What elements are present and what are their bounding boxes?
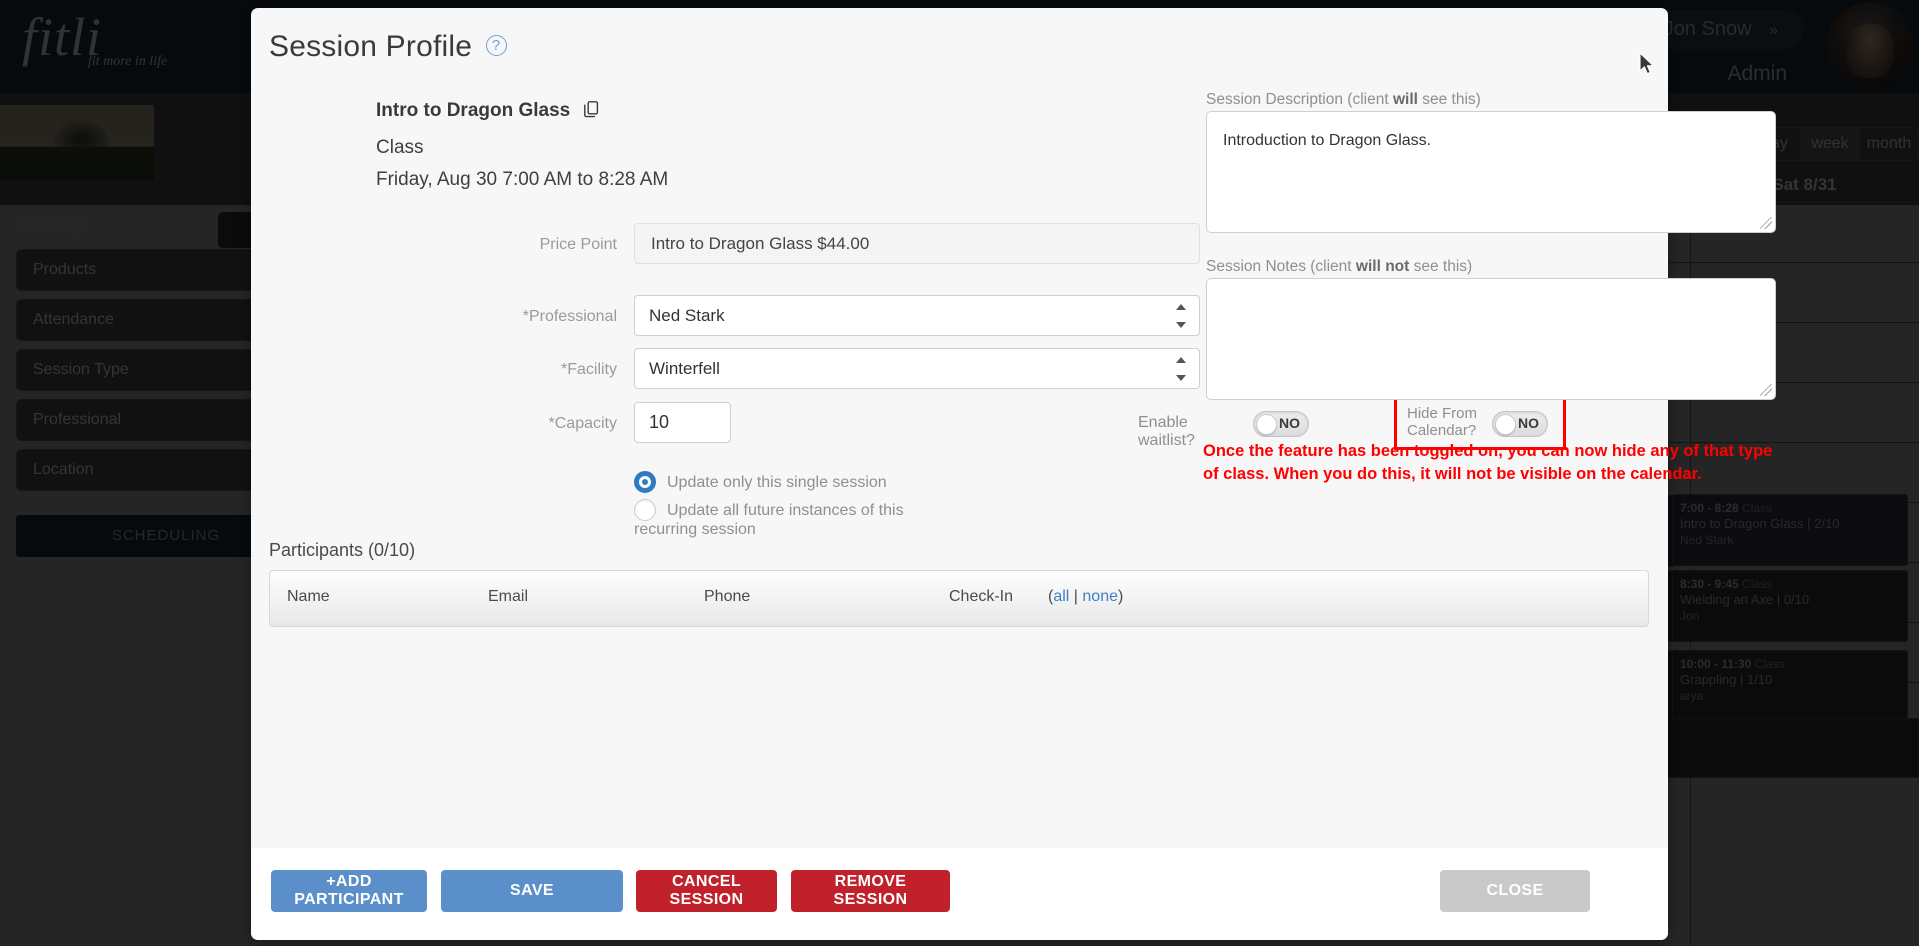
professional-label: *Professional [522,308,617,325]
resize-grip-icon[interactable] [1760,384,1772,396]
price-point-value: Intro to Dragon Glass $44.00 [634,223,1200,264]
session-name-row: Intro to Dragon Glass [376,100,599,123]
session-description-label-bold: will [1392,91,1418,108]
save-button[interactable]: SAVE [441,870,623,912]
hide-from-calendar-label: Hide From Calendar? [1407,405,1481,439]
checkin-all-link[interactable]: all [1053,588,1069,605]
chevron-down-icon [1175,304,1187,328]
price-point-label: Price Point [539,236,617,253]
facility-row: *Facility Winterfell [251,348,1200,389]
checkin-close-paren: ) [1117,588,1124,605]
column-header-name: Name [287,588,330,605]
update-single-session-option[interactable]: Update only this single session [634,471,887,493]
update-single-session-label: Update only this single session [667,474,887,491]
checkin-none-link[interactable]: none [1082,588,1118,605]
toggle-knob [1256,413,1277,435]
hide-from-calendar-toggle[interactable]: NO [1492,411,1548,437]
session-type: Class [376,137,424,158]
session-notes-label-post: see this) [1409,258,1473,275]
column-header-email: Email [488,588,529,605]
add-participant-button[interactable]: +ADD PARTICIPANT [271,870,427,912]
update-future-sessions-label: Update all future instances of this recu… [634,502,904,538]
session-description-label-post: see this) [1417,91,1481,108]
chevron-down-icon [1175,357,1187,381]
session-description-label-pre: Session Description (client [1206,91,1393,108]
session-name: Intro to Dragon Glass [376,100,571,121]
professional-value: Ned Stark [649,306,725,325]
professional-select[interactable]: Ned Stark [634,295,1200,336]
facility-select[interactable]: Winterfell [634,348,1200,389]
cancel-session-button[interactable]: CANCEL SESSION [636,870,777,912]
session-notes-input[interactable] [1206,278,1776,400]
price-point-row: Price Point Intro to Dragon Glass $44.00 [251,223,1200,264]
session-datetime: Friday, Aug 30 7:00 AM to 8:28 AM [376,169,669,190]
session-description-value: Introduction to Dragon Glass. [1223,132,1432,149]
capacity-label: *Capacity [548,415,617,432]
hide-from-calendar-label-line1: Hide From [1407,405,1478,422]
hide-from-calendar-warning: Once the feature has been toggled on, yo… [1203,442,1773,483]
resize-grip-icon[interactable] [1760,217,1772,229]
page-title: Session Profile [269,30,473,63]
hide-from-calendar-label-line2: Calendar? [1407,422,1477,439]
checkin-separator: | [1069,588,1083,605]
modal-footer: +ADD PARTICIPANT SAVE CANCEL SESSION REM… [251,848,1668,940]
hide-from-calendar-state: NO [1518,415,1539,431]
column-header-phone: Phone [704,588,751,605]
checkin-actions: (all | none) [1048,588,1123,606]
session-notes-label-pre: Session Notes (client [1206,258,1356,275]
session-description-label: Session Description (client will see thi… [1206,91,1481,109]
session-notes-label: Session Notes (client will not see this) [1206,258,1472,276]
session-notes-label-bold: will not [1355,258,1410,275]
enable-waitlist-toggle[interactable]: NO [1253,411,1309,437]
capacity-input[interactable]: 10 [634,402,731,443]
professional-row: *Professional Ned Stark [251,295,1200,336]
radio-future[interactable] [634,499,656,521]
toggle-knob [1495,413,1516,435]
modal-title-row: Session Profile ? [269,30,507,64]
facility-value: Winterfell [649,359,720,378]
capacity-row: *Capacity 10 Enable waitlist? NO Hide Fr… [251,392,1566,450]
enable-waitlist-label: Enable waitlist? [1138,414,1195,449]
participants-heading: Participants (0/10) [269,540,416,560]
column-header-checkin: Check-In [949,588,1014,605]
radio-single[interactable] [634,471,656,493]
help-icon[interactable]: ? [485,35,507,56]
session-description-input[interactable]: Introduction to Dragon Glass. [1206,111,1776,233]
session-profile-modal: Session Profile ? Intro to Dragon Glass … [251,8,1776,940]
update-future-sessions-option[interactable]: Update all future instances of this recu… [634,499,951,539]
facility-label: *Facility [560,361,617,378]
participants-table: Name Email Phone Check-In (all | none) [269,570,1649,627]
remove-session-button[interactable]: REMOVE SESSION [791,870,950,912]
close-button[interactable]: CLOSE [1440,870,1590,912]
copy-icon[interactable] [583,101,599,123]
enable-waitlist-state: NO [1279,415,1300,431]
